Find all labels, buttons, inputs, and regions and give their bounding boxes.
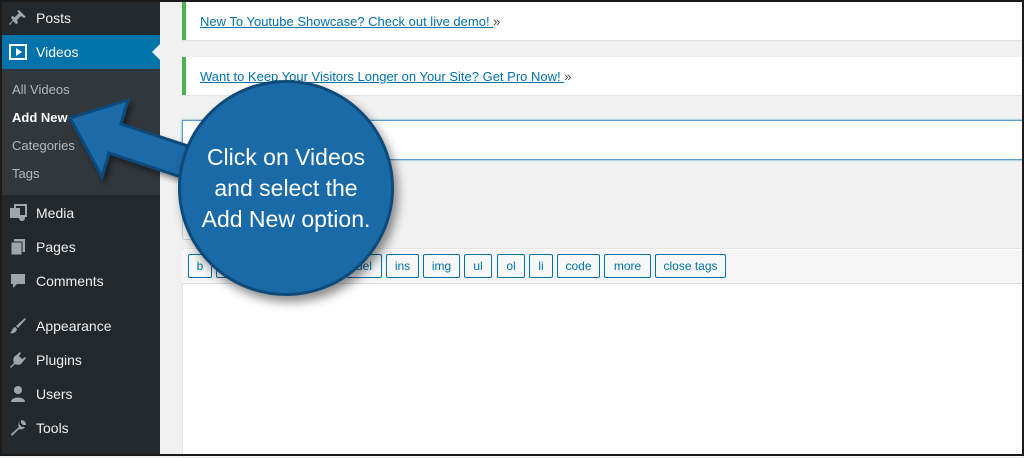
- callout-text: Click on Videos and select the Add New o…: [201, 143, 371, 232]
- callout-bubble: Click on Videos and select the Add New o…: [178, 80, 394, 296]
- callout-arrow: [67, 97, 202, 182]
